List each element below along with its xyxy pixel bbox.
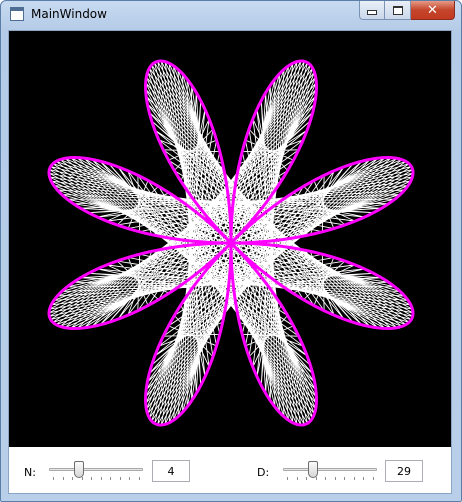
slider-tick	[81, 477, 83, 480]
slider-tick	[91, 477, 93, 480]
slider-tick	[110, 477, 112, 480]
n-slider-track	[49, 468, 143, 471]
d-slider-thumb[interactable]	[308, 461, 319, 478]
slider-tick	[344, 477, 346, 480]
d-slider-ticks	[287, 477, 374, 481]
slider-tick	[296, 477, 298, 480]
rose-curve-drawing	[47, 59, 415, 427]
window-app-icon[interactable]	[10, 7, 24, 21]
n-slider-ticks	[53, 477, 140, 481]
minimize-icon	[367, 10, 377, 15]
n-label: N:	[24, 466, 36, 479]
d-slider[interactable]	[283, 461, 377, 485]
minimize-button[interactable]	[359, 1, 385, 20]
drawing-canvas	[9, 31, 451, 447]
main-window: MainWindow ✕ N: 4 D: 29	[0, 0, 462, 502]
caption-buttons: ✕	[359, 1, 455, 21]
slider-tick	[100, 477, 102, 480]
slider-tick	[119, 477, 121, 480]
slider-tick	[373, 477, 374, 480]
slider-tick	[62, 477, 64, 480]
client-area: N: 4 D: 29	[8, 30, 452, 494]
slider-tick	[353, 477, 355, 480]
rose-petal-outline	[47, 59, 415, 427]
slider-tick	[363, 477, 365, 480]
slider-tick	[287, 477, 288, 480]
slider-tick	[334, 477, 336, 480]
slider-tick	[306, 477, 308, 480]
slider-tick	[72, 477, 74, 480]
maximize-icon	[392, 5, 403, 15]
title-bar[interactable]: MainWindow ✕	[1, 1, 461, 29]
d-value-field[interactable]: 29	[385, 460, 423, 482]
slider-tick	[53, 477, 54, 480]
maximize-button[interactable]	[385, 1, 411, 20]
n-value-field[interactable]: 4	[152, 460, 190, 482]
slider-tick	[139, 477, 140, 480]
d-slider-track	[283, 468, 377, 471]
close-button[interactable]: ✕	[411, 1, 455, 20]
n-slider-thumb[interactable]	[74, 461, 85, 478]
close-icon: ✕	[427, 2, 438, 18]
slider-tick	[325, 477, 327, 480]
window-title: MainWindow	[31, 7, 107, 21]
controls-panel: N: 4 D: 29	[9, 447, 451, 493]
d-label: D:	[257, 466, 270, 479]
slider-tick	[129, 477, 131, 480]
n-slider[interactable]	[49, 461, 143, 485]
slider-tick	[315, 477, 317, 480]
